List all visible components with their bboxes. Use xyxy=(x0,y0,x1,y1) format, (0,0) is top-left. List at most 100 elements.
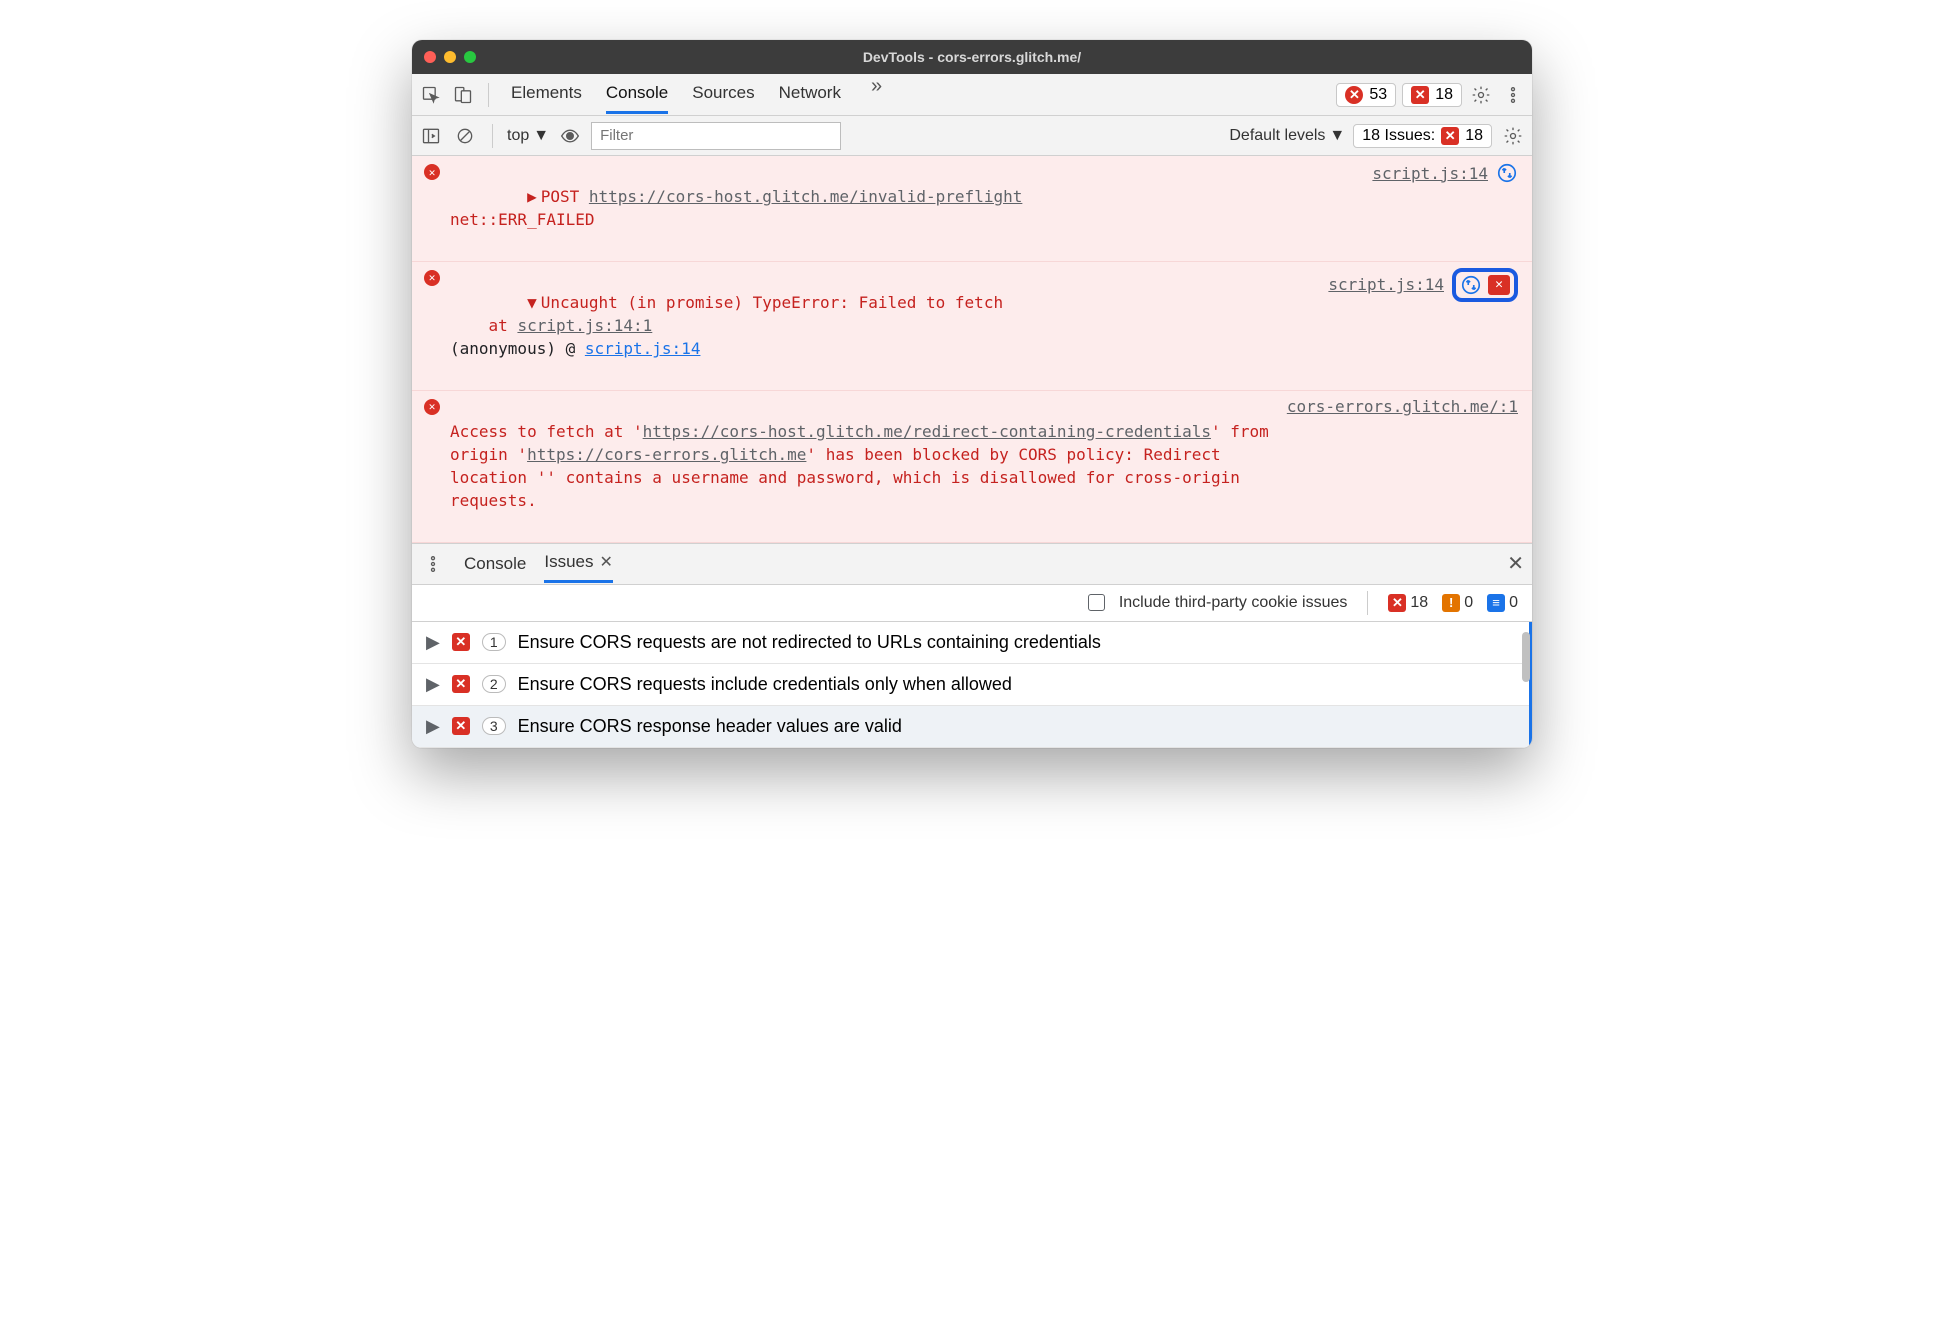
drawer-menu-icon[interactable] xyxy=(420,551,446,577)
kebab-menu-icon[interactable] xyxy=(1500,82,1526,108)
console-error-row: ✕ ▶POST https://cors-host.glitch.me/inva… xyxy=(412,156,1532,262)
error-icon: ✕ xyxy=(1345,86,1363,104)
close-window-button[interactable] xyxy=(424,51,436,63)
issues-list: ▶ ✕ 1 Ensure CORS requests are not redir… xyxy=(412,622,1532,748)
stack-link[interactable]: script.js:14 xyxy=(585,339,701,358)
issues-filter-bar: Include third-party cookie issues ✕ 18 !… xyxy=(412,585,1532,622)
count-value: 0 xyxy=(1464,594,1473,612)
issue-count-badge: 2 xyxy=(482,675,506,693)
source-location[interactable]: cors-errors.glitch.me/:1 xyxy=(1287,397,1518,416)
error-count-pill[interactable]: ✕ 53 xyxy=(1336,83,1396,107)
tab-network[interactable]: Network xyxy=(779,75,841,114)
live-expression-icon[interactable] xyxy=(557,123,583,149)
tab-sources[interactable]: Sources xyxy=(692,75,754,114)
count-value: 18 xyxy=(1410,594,1428,612)
context-selector[interactable]: top ▼ xyxy=(507,127,549,145)
count-value: 0 xyxy=(1509,594,1518,612)
issue-row[interactable]: ▶ ✕ 3 Ensure CORS response header values… xyxy=(412,706,1529,748)
minimize-window-button[interactable] xyxy=(444,51,456,63)
issue-title: Ensure CORS requests include credentials… xyxy=(518,674,1012,695)
http-method: POST xyxy=(541,187,580,206)
log-levels-selector[interactable]: Default levels ▼ xyxy=(1229,127,1345,145)
console-toolbar: top ▼ Default levels ▼ 18 Issues: ✕ 18 xyxy=(412,116,1532,156)
error-icon: ✕ xyxy=(424,164,440,180)
issue-icon: ✕ xyxy=(452,717,470,735)
issue-icon: ✕ xyxy=(1441,127,1459,145)
stack-at: at xyxy=(450,316,517,335)
source-location[interactable]: script.js:14 xyxy=(1328,275,1444,294)
console-error-row: ✕ ▼Uncaught (in promise) TypeError: Fail… xyxy=(412,262,1532,391)
issue-icon: ✕ xyxy=(1411,86,1429,104)
console-output: ✕ ▶POST https://cors-host.glitch.me/inva… xyxy=(412,156,1532,543)
window-title: DevTools - cors-errors.glitch.me/ xyxy=(412,49,1532,65)
issues-badge-count: 18 xyxy=(1465,127,1483,145)
expand-icon[interactable]: ▶ xyxy=(426,716,440,737)
titlebar: DevTools - cors-errors.glitch.me/ xyxy=(412,40,1532,74)
drawer-tab-console[interactable]: Console xyxy=(464,546,526,582)
cors-url[interactable]: https://cors-host.glitch.me/redirect-con… xyxy=(643,422,1211,441)
third-party-checkbox[interactable] xyxy=(1088,594,1105,611)
issue-icon[interactable]: ✕ xyxy=(1488,275,1510,295)
error-icon: ✕ xyxy=(424,399,440,415)
divider xyxy=(1367,591,1368,615)
context-label: top xyxy=(507,127,529,145)
close-tab-icon[interactable]: ✕ xyxy=(600,552,613,572)
expand-icon[interactable]: ▶ xyxy=(426,632,440,653)
issue-row[interactable]: ▶ ✕ 1 Ensure CORS requests are not redir… xyxy=(412,622,1529,664)
error-message: Uncaught (in promise) TypeError: Failed … xyxy=(541,293,1003,312)
info-icon: ≡ xyxy=(1487,594,1505,612)
error-issues-count[interactable]: ✕ 18 xyxy=(1388,594,1428,612)
issue-icon: ✕ xyxy=(1388,594,1406,612)
divider xyxy=(488,83,489,107)
clear-console-icon[interactable] xyxy=(452,123,478,149)
request-indicator-icon[interactable] xyxy=(1460,274,1482,296)
tab-elements[interactable]: Elements xyxy=(511,75,582,114)
drawer-tab-label: Issues xyxy=(544,552,593,572)
tab-console[interactable]: Console xyxy=(606,75,668,114)
request-url[interactable]: https://cors-host.glitch.me/invalid-pref… xyxy=(589,187,1022,206)
issue-count: 18 xyxy=(1435,86,1453,104)
info-issues-count[interactable]: ≡ 0 xyxy=(1487,594,1518,612)
issue-count-badge: 1 xyxy=(482,633,506,651)
drawer-tab-issues[interactable]: Issues ✕ xyxy=(544,544,613,583)
expand-icon[interactable]: ▶ xyxy=(527,185,537,208)
checkbox-label: Include third-party cookie issues xyxy=(1119,594,1348,612)
expand-icon[interactable]: ▶ xyxy=(426,674,440,695)
request-indicator-icon[interactable] xyxy=(1496,162,1518,184)
error-count: 53 xyxy=(1369,86,1387,104)
more-tabs-icon[interactable]: » xyxy=(865,75,888,114)
issue-count-pill[interactable]: ✕ 18 xyxy=(1402,83,1462,107)
net-error: net::ERR_FAILED xyxy=(450,210,595,229)
maximize-window-button[interactable] xyxy=(464,51,476,63)
issue-count-badge: 3 xyxy=(482,717,506,735)
console-settings-icon[interactable] xyxy=(1500,123,1526,149)
inspect-icon[interactable] xyxy=(418,82,444,108)
cors-origin[interactable]: https://cors-errors.glitch.me xyxy=(527,445,806,464)
sidebar-toggle-icon[interactable] xyxy=(418,123,444,149)
issues-summary-pill[interactable]: 18 Issues: ✕ 18 xyxy=(1353,124,1492,148)
source-location[interactable]: script.js:14 xyxy=(1372,164,1488,183)
settings-icon[interactable] xyxy=(1468,82,1494,108)
warning-issues-count[interactable]: ! 0 xyxy=(1442,594,1473,612)
device-toggle-icon[interactable] xyxy=(450,82,476,108)
cors-text: Access to fetch at ' xyxy=(450,422,643,441)
issue-title: Ensure CORS requests are not redirected … xyxy=(518,632,1101,653)
issue-icon: ✕ xyxy=(452,675,470,693)
error-icon: ✕ xyxy=(424,270,440,286)
issue-row[interactable]: ▶ ✕ 2 Ensure CORS requests include crede… xyxy=(412,664,1529,706)
main-toolbar: Elements Console Sources Network » ✕ 53 … xyxy=(412,74,1532,116)
issue-title: Ensure CORS response header values are v… xyxy=(518,716,902,737)
close-drawer-icon[interactable]: ✕ xyxy=(1507,551,1524,576)
scrollbar-thumb[interactable] xyxy=(1522,632,1530,682)
stack-link[interactable]: script.js:14:1 xyxy=(517,316,652,335)
divider xyxy=(492,124,493,148)
levels-label: Default levels xyxy=(1229,127,1325,145)
drawer-tabs: Console Issues ✕ ✕ xyxy=(412,543,1532,585)
annotation-highlight: ✕ xyxy=(1452,268,1518,302)
issue-icon: ✕ xyxy=(452,633,470,651)
filter-input[interactable] xyxy=(591,122,841,150)
issues-label: 18 Issues: xyxy=(1362,127,1435,145)
stack-anonymous: (anonymous) @ xyxy=(450,339,585,358)
console-error-row: ✕ Access to fetch at 'https://cors-host.… xyxy=(412,391,1532,543)
collapse-icon[interactable]: ▼ xyxy=(527,291,537,314)
